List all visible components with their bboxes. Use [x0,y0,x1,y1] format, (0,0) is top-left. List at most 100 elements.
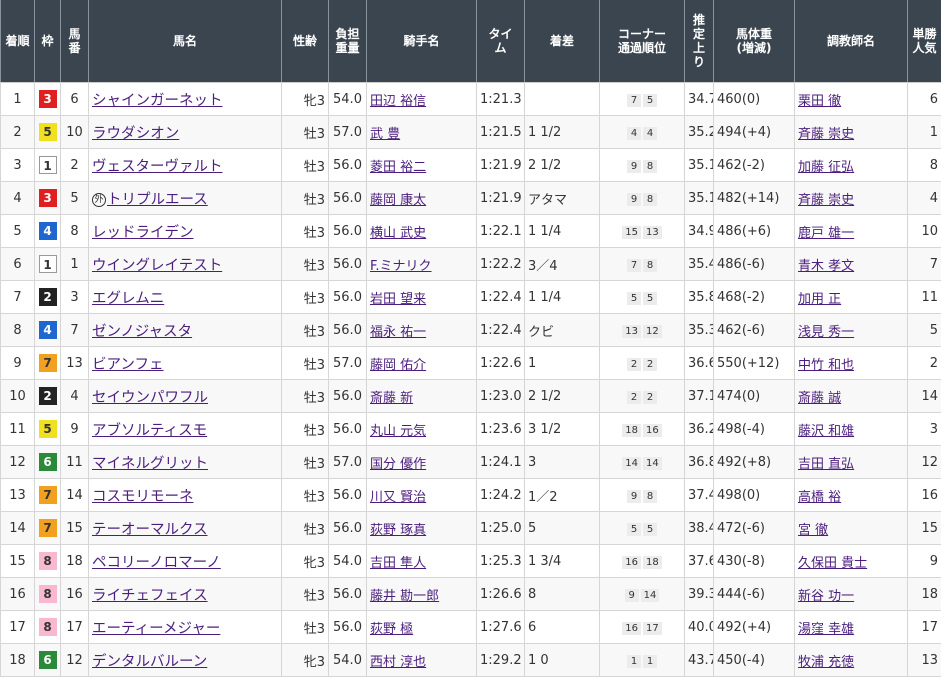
last-3f-cell: 36.6 [684,346,714,380]
horse-name-link[interactable]: レッドライデン [92,225,194,241]
trainer-link[interactable]: 久保田 貴士 [798,556,867,571]
corner-cell: 11 [599,643,685,677]
corner-position: 2 [643,390,657,404]
rank-cell: 2 [0,115,35,149]
jockey-link[interactable]: 田辺 裕信 [370,94,426,109]
last-3f-cell: 36.8 [684,445,714,479]
jockey-link[interactable]: 斎藤 新 [370,391,413,406]
horse-number-cell: 14 [60,478,89,512]
corner-position: 13 [643,225,662,239]
trainer-link[interactable]: 宮 徹 [798,523,828,538]
trainer-link[interactable]: 栗田 徹 [798,94,841,109]
margin-cell: 1 0 [524,643,600,677]
horse-name-link[interactable]: ライチェフェイス [92,588,208,604]
trainer-link[interactable]: 藤沢 和雄 [798,424,854,439]
jockey-link[interactable]: 荻野 琢真 [370,523,426,538]
popularity-cell: 18 [907,577,941,611]
corner-position: 18 [622,423,641,437]
jockey-link[interactable]: F.ミナリク [370,259,432,274]
horse-name-link[interactable]: ヴェスターヴァルト [92,159,223,175]
horse-name-link[interactable]: ペコリーノロマーノ [92,555,221,571]
sex-age-cell: 牡3 [281,181,329,215]
trainer-cell: 久保田 貴士 [794,544,908,578]
horse-name-link[interactable]: ゼンノジャスタ [92,324,192,340]
horse-name-link[interactable]: テーオーマルクス [92,522,208,538]
jockey-link[interactable]: 岩田 望来 [370,292,426,307]
horse-name-link[interactable]: マイネルグリット [92,456,208,472]
corner-position: 15 [622,225,641,239]
horse-name-link[interactable]: セイウンパワフル [92,390,208,406]
corner-position: 17 [643,621,662,635]
trainer-link[interactable]: 斉藤 崇史 [798,127,854,142]
horse-name-link[interactable]: ウイングレイテスト [92,258,222,274]
corner-position: 14 [622,456,641,470]
trainer-link[interactable]: 新谷 功一 [798,589,854,604]
jockey-link[interactable]: 西村 淳也 [370,655,426,670]
horse-name-link[interactable]: エーティーメジャー [92,621,220,637]
jockey-link[interactable]: 武 豊 [370,127,400,142]
jockey-link[interactable]: 藤岡 佑介 [370,358,426,373]
sex-age-cell: 牡3 [281,511,329,545]
trainer-link[interactable]: 斎藤 誠 [798,391,841,406]
trainer-link[interactable]: 加藤 征弘 [798,160,854,175]
waku-badge: 2 [38,288,57,306]
trainer-link[interactable]: 高橋 裕 [798,490,841,505]
waku-badge: 1 [38,255,57,273]
horse-name-link[interactable]: ビアンフェ [92,357,164,373]
last-3f-cell: 34.9 [684,214,714,248]
sex-age-cell: 牡3 [281,610,329,644]
trainer-link[interactable]: 湯窪 幸雄 [798,622,854,637]
waku-badge: 6 [38,453,57,471]
horse-name-link[interactable]: ラウダシオン [92,126,179,142]
header-last-3f: 推定上り [684,0,714,83]
trainer-link[interactable]: 斉藤 崇史 [798,193,854,208]
horse-name-link[interactable]: トリプルエース [107,192,208,208]
jockey-link[interactable]: 藤岡 康太 [370,193,426,208]
jockey-link[interactable]: 丸山 元気 [370,424,426,439]
body-weight-cell: 472(-6) [713,511,795,545]
horse-name-link[interactable]: コスモリモーネ [92,489,194,505]
trainer-link[interactable]: 青木 孝文 [798,259,854,274]
jockey-link[interactable]: 福永 祐一 [370,325,426,340]
horse-name-link[interactable]: デンタルバルーン [92,654,207,670]
horse-name-link[interactable]: アブソルティスモ [92,423,207,439]
corner-position: 9 [627,159,641,173]
jockey-link[interactable]: 横山 武史 [370,226,426,241]
jockey-link[interactable]: 荻野 極 [370,622,413,637]
time-cell: 1:22.2 [476,247,525,281]
margin-cell: 3 1/2 [524,412,600,446]
header-sex-age: 性齢 [281,0,329,83]
body-weight-cell: 460(0) [713,82,795,116]
time-cell: 1:21.5 [476,115,525,149]
trainer-link[interactable]: 浅見 秀一 [798,325,854,340]
jockey-link[interactable]: 吉田 隼人 [370,556,426,571]
corner-cell: 22 [599,379,685,413]
header-rank: 着順 [0,0,35,83]
header-horse-number: 馬番 [60,0,89,83]
corner-position: 8 [643,192,657,206]
corner-position: 8 [643,489,657,503]
jockey-link[interactable]: 菱田 裕二 [370,160,426,175]
trainer-cell: 加用 正 [794,280,908,314]
weight-cell: 57.0 [328,445,367,479]
trainer-link[interactable]: 加用 正 [798,292,841,307]
trainer-link[interactable]: 吉田 直弘 [798,457,854,472]
horse-name-link[interactable]: シャインガーネット [92,93,223,109]
last-3f-cell: 37.6 [684,544,714,578]
jockey-link[interactable]: 国分 優作 [370,457,426,472]
sex-age-cell: 牡3 [281,346,329,380]
trainer-cell: 中竹 和也 [794,346,908,380]
trainer-link[interactable]: 鹿戸 雄一 [798,226,854,241]
body-weight-cell: 462(-6) [713,313,795,347]
sex-age-cell: 牝3 [281,82,329,116]
jockey-link[interactable]: 藤井 勘一郎 [370,589,439,604]
corner-cell: 16 17 [599,610,685,644]
table-row: 435外トリプルエース牡356.0藤岡 康太1:21.9アタマ9835.1482… [0,181,941,215]
trainer-link[interactable]: 中竹 和也 [798,358,854,373]
last-3f-cell: 35.1 [684,148,714,182]
trainer-link[interactable]: 牧浦 充徳 [798,655,854,670]
horse-name-link[interactable]: エグレムニ [92,291,164,307]
jockey-link[interactable]: 川又 賢治 [370,490,426,505]
weight-cell: 54.0 [328,643,367,677]
margin-cell: クビ [524,313,600,347]
